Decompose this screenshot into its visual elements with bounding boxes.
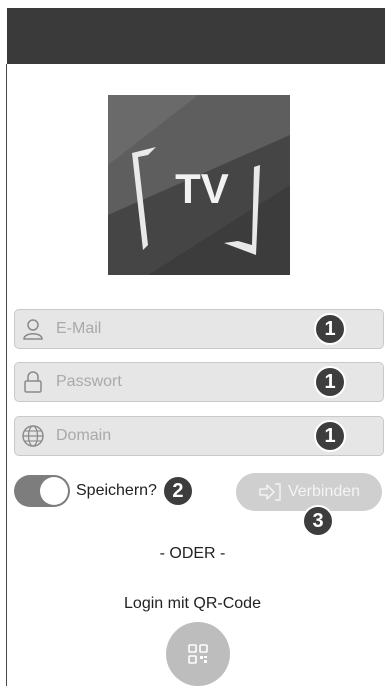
password-input[interactable] (45, 363, 316, 401)
remember-row: Speichern? 2 (14, 472, 194, 510)
domain-input[interactable] (45, 417, 316, 455)
qr-login-label: Login mit QR-Code (124, 595, 261, 612)
user-icon (23, 319, 43, 340)
email-input[interactable] (45, 310, 316, 348)
window-frame-top (0, 0, 385, 8)
qr-code-icon (188, 644, 208, 664)
globe-icon (22, 425, 44, 447)
remember-label: Speichern? (76, 482, 157, 499)
qr-login-button[interactable] (166, 622, 230, 686)
app-header-bar (7, 8, 385, 64)
connect-button[interactable]: Verbinden (236, 473, 382, 511)
annotation-badge-1: 1 (314, 366, 346, 398)
or-divider: - ODER - (159, 545, 226, 562)
toggle-knob (40, 477, 68, 505)
annotation-badge-2: 2 (161, 475, 194, 507)
app-logo: TV (108, 95, 290, 275)
login-icon (259, 483, 281, 501)
annotation-badge-1: 1 (314, 420, 346, 452)
connect-button-label: Verbinden (287, 483, 361, 500)
email-field[interactable]: 1 (14, 309, 384, 349)
logo-text: TV (175, 165, 229, 212)
password-field[interactable]: 1 (14, 362, 384, 402)
lock-icon (24, 371, 42, 393)
remember-toggle[interactable] (14, 475, 70, 507)
annotation-badge-3: 3 (302, 505, 334, 537)
frame-left-border (6, 64, 7, 686)
domain-field[interactable]: 1 (14, 416, 384, 456)
annotation-badge-1: 1 (314, 313, 346, 345)
